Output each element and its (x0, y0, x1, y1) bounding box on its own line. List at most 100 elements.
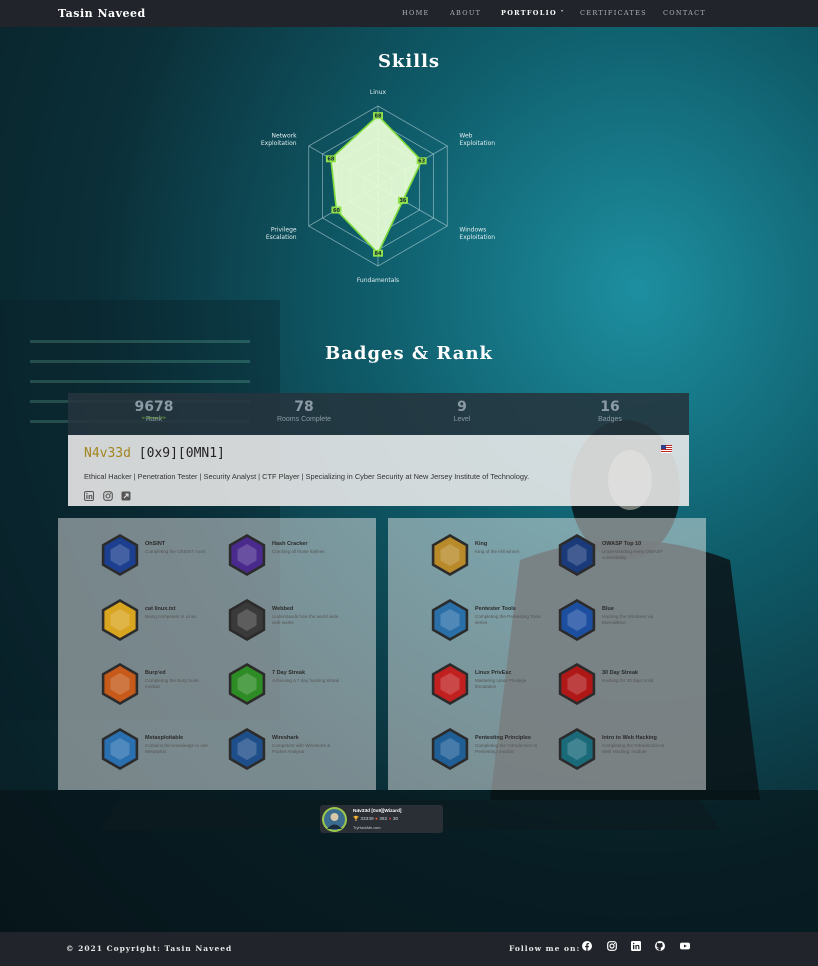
skills-radar-chart: 88 63 36 84 60 68 Linux Web Exploitation Windows E… (261, 89, 495, 284)
badge-title: King (475, 541, 488, 547)
linux-penguin-badge-icon (101, 598, 139, 641)
radar-axis-label: Linux (370, 89, 387, 96)
badge-title: Pentesting Principles (475, 734, 531, 741)
badge-item[interactable]: Pentester Tools Completing the Pentesting… (428, 596, 568, 644)
pentester-tools-badge-icon (431, 598, 469, 641)
stat-level: 9 Level (402, 399, 522, 424)
stat-rooms: 78 Rooms Complete (244, 399, 364, 424)
badges-panel-right: King King of the Hill winner OWASP Top 10 U… (388, 518, 706, 790)
badge-title: OhSINT (145, 541, 166, 547)
badge-description: Completing the 'Introduction to Web Hack… (602, 742, 665, 754)
brand-logo[interactable]: Tasin Naveed (58, 7, 146, 20)
youtube-icon[interactable] (680, 941, 690, 951)
badge-item[interactable]: King King of the Hill winner (428, 531, 568, 579)
nav-about[interactable]: ABOUT (450, 9, 481, 17)
footer: © 2021 Copyright: Tasin Naveed Follow me… (0, 932, 818, 966)
us-flag-icon (661, 445, 672, 453)
nav-portfolio-dropdown[interactable]: PORTFOLIO ˅ (501, 9, 565, 17)
tryhackme-stats-bar: 9678 in the top 1% Rank 78 Rooms Complet… (68, 393, 689, 435)
avatar (322, 807, 347, 832)
external-link-icon[interactable] (121, 491, 131, 501)
badge-item[interactable]: 7 Day Streak Achieving a 7 day hacking st… (225, 660, 365, 708)
badge-item[interactable]: Burp'ed Completing the Burp Suite module (98, 660, 238, 708)
blue-badge-icon (558, 598, 596, 641)
webbed-badge-icon (228, 598, 266, 641)
metasploit-badge-icon (101, 727, 139, 770)
nav-contact[interactable]: CONTACT (663, 9, 706, 17)
badge-description: Completing the Burp Suite module (145, 678, 199, 689)
stat-badges: 16 Badges (550, 399, 670, 424)
streak-7-badge-icon (228, 663, 266, 705)
badge-item[interactable]: OWASP Top 10 Understanding every OWASP vu… (555, 531, 695, 579)
badge-description: Understands how the world wide web works (272, 613, 339, 625)
badge-item[interactable]: Blue Hacking the Windows via EternalBlue (555, 596, 695, 644)
mini-card-badges: 30 (392, 817, 399, 822)
badge-item[interactable]: Pentesting Principles Completing the 'Int… (428, 725, 568, 773)
badge-item[interactable]: Hash Cracker Cracking all those hashes (225, 531, 365, 579)
radar-value-label: 88 (375, 113, 382, 119)
badge-item[interactable]: 30 Day Streak Hacking for 30 days solid (555, 660, 695, 708)
radar-value-label: 68 (327, 157, 334, 163)
radar-value-label: 36 (399, 198, 406, 204)
badge-description: Understanding every OWASP vulnerability (602, 549, 663, 560)
profile-username[interactable]: N4v33d [0x9][0MN1] (84, 446, 225, 461)
stat-rooms-value: 78 (294, 399, 314, 415)
badge-title: Burp'ed (145, 670, 166, 676)
linux-privesc-badge-icon (431, 663, 469, 705)
badge-item[interactable]: Linux PrivEsc Mastering Linux Privilege E… (428, 660, 568, 708)
badge-item[interactable]: cat linux.txt Being competent in Linux (98, 596, 238, 644)
nav-certificates[interactable]: CERTIFICATES (580, 9, 647, 17)
badge-description: Hacking the Windows via EternalBlue (602, 613, 654, 625)
badge-description: Completing the Pentesting Tools series (475, 613, 541, 625)
mini-card-stats: 🏆 33339 ● 382 ● 30 (353, 817, 398, 822)
badge-item[interactable]: Wireshark Competent with Wireshark & Pack… (225, 725, 365, 773)
radar-value-label: 84 (375, 251, 382, 257)
badge-title: Hash Cracker (272, 541, 308, 547)
linkedin-icon[interactable] (631, 941, 641, 951)
badge-title: Pentester Tools (475, 605, 516, 612)
rank-title-text: [0x9][0MN1] (130, 446, 225, 461)
badge-description: Achieving a 7 day hacking streak (272, 678, 340, 683)
badge-description: Competent with Wireshark & Packet Analys… (272, 742, 331, 754)
badge-item[interactable]: Intro to Web Hacking Completing the 'Intr… (555, 725, 695, 773)
badge-description: Mastering Linux Privilege Escalation (475, 678, 527, 689)
mini-card-name: N4v33d [0x9][Wizard] (353, 809, 402, 814)
radar-axis-label: Web Exploitation (459, 133, 495, 148)
burp-badge-icon (101, 663, 139, 705)
tryhackme-mini-badge-card[interactable]: N4v33d [0x9][Wizard] 🏆 33339 ● 382 ● 30 … (320, 805, 443, 833)
badge-item[interactable]: Metasploitable Contains the knowledge to … (98, 725, 238, 773)
stat-level-value: 9 (457, 399, 467, 415)
facebook-icon[interactable] (582, 941, 592, 951)
badge-title: Intro to Web Hacking (602, 734, 657, 741)
web-hacking-badge-icon (558, 727, 596, 770)
badge-title: Linux PrivEsc (475, 670, 512, 676)
stat-badges-label: Badges (598, 416, 622, 423)
badge-dot-icon: ● (388, 817, 392, 822)
github-icon[interactable] (655, 941, 665, 951)
badge-title: Webbed (272, 605, 294, 612)
badges-rank-title: Badges & Rank (324, 343, 493, 364)
badge-item[interactable]: OhSINT Completing the OhSINT room (98, 531, 238, 579)
badge-title: Metasploitable (145, 734, 184, 741)
badge-item[interactable]: Webbed Understands how the world wide web… (225, 596, 365, 644)
linkedin-icon[interactable] (84, 491, 94, 501)
mini-card-rooms: 382 (379, 817, 388, 822)
nav-home[interactable]: HOME (402, 9, 430, 17)
owasp-bee-badge-icon (558, 534, 596, 576)
tryhackme-profile-card: N4v33d [0x9][0MN1] Ethical Hacker | Pene… (68, 435, 689, 506)
badges-panel-left: OhSINT Completing the OhSINT room Hash Cra… (58, 518, 376, 790)
username-text: N4v33d (84, 446, 131, 461)
stat-badges-value: 16 (600, 399, 620, 415)
mini-card-points: 33339 (360, 817, 374, 822)
instagram-icon[interactable] (103, 491, 113, 501)
badge-description: Cracking all those hashes (272, 549, 325, 554)
king-crown-badge-icon (431, 534, 469, 576)
badge-description: Completing the OhSINT room (145, 549, 206, 554)
radar-value-label: 63 (418, 159, 425, 165)
stat-rank-value: 9678 (134, 399, 174, 415)
radar-axis-label: Windows Exploitation (459, 227, 495, 242)
pentesting-principles-badge-icon (431, 727, 469, 770)
radar-axis-label: Network Exploitation (261, 133, 297, 148)
instagram-icon[interactable] (607, 941, 617, 951)
radar-value-label: 60 (333, 208, 340, 214)
